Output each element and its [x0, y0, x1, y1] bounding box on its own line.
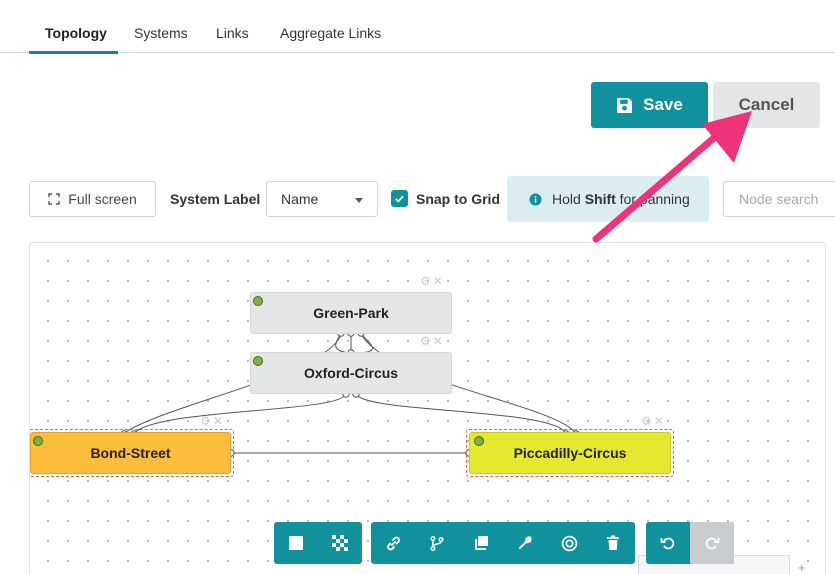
- cancel-label: Cancel: [738, 95, 795, 114]
- undo-button[interactable]: [646, 522, 690, 564]
- link-line[interactable]: [335, 333, 351, 354]
- redo-icon: [705, 537, 720, 550]
- wrench-icon: [519, 536, 532, 549]
- target-icon: [561, 535, 577, 551]
- system-label-value: Name: [281, 191, 319, 207]
- save-icon: [617, 97, 633, 113]
- status-dot-icon: [33, 436, 43, 446]
- save-button[interactable]: Save: [591, 82, 708, 128]
- copy-icon: [475, 536, 488, 550]
- tab-aggregate-links[interactable]: Aggregate Links: [280, 25, 381, 41]
- snap-label: Snap to Grid: [416, 190, 500, 207]
- link-icon: [386, 536, 400, 550]
- tab-links[interactable]: Links: [216, 25, 249, 41]
- checkmark-icon: [395, 195, 404, 203]
- fullscreen-label: Full screen: [68, 191, 137, 207]
- plus-icon[interactable]: +: [798, 560, 806, 574]
- node-label: Green-Park: [313, 305, 389, 321]
- status-dot-icon: [253, 356, 263, 366]
- link-line[interactable]: [359, 333, 373, 354]
- tab-systems[interactable]: Systems: [134, 25, 188, 41]
- system-label-select[interactable]: Name: [266, 181, 378, 217]
- wrench-button[interactable]: [503, 522, 547, 564]
- node-bond-street[interactable]: Bond-Street: [30, 432, 231, 474]
- node-oxford-circus[interactable]: Oxford-Circus: [250, 352, 452, 394]
- pattern-icon: [332, 535, 348, 551]
- trash-icon: [607, 535, 619, 550]
- cancel-button[interactable]: Cancel: [713, 82, 820, 128]
- pattern-button[interactable]: [318, 522, 362, 564]
- panning-hint: Hold Shift for panning: [507, 176, 709, 222]
- node-tools-icon[interactable]: ⚙✕: [420, 334, 445, 348]
- node-label: Bond-Street: [90, 445, 171, 461]
- hint-prefix: Hold: [552, 191, 585, 207]
- node-tools-icon[interactable]: ⚙✕: [641, 414, 666, 428]
- snap-to-grid-toggle[interactable]: Snap to Grid: [391, 190, 500, 207]
- undo-icon: [660, 537, 675, 550]
- tab-topology[interactable]: Topology: [45, 25, 107, 41]
- status-dot-icon: [474, 436, 484, 446]
- toolbar-group-edit: [371, 522, 635, 564]
- node-tools-icon[interactable]: ⚙✕: [420, 274, 445, 288]
- redo-button[interactable]: [690, 522, 734, 564]
- info-icon: [529, 192, 542, 206]
- link-line[interactable]: [355, 393, 567, 434]
- node-label: Piccadilly-Circus: [513, 445, 627, 461]
- node-search-input[interactable]: [723, 181, 835, 217]
- caret-down-icon: [355, 198, 363, 203]
- status-dot-icon: [253, 296, 263, 306]
- node-piccadilly-circus[interactable]: Piccadilly-Circus: [469, 432, 671, 474]
- square-icon: [289, 536, 303, 550]
- node-green-park[interactable]: Green-Park: [250, 292, 452, 334]
- node-tools-icon[interactable]: ⚙✕: [200, 414, 225, 428]
- hint-key: Shift: [584, 191, 616, 207]
- branch-button[interactable]: [415, 522, 459, 564]
- tab-bar: Topology Systems Links Aggregate Links: [0, 0, 835, 54]
- toolbar-group-history: [646, 522, 734, 564]
- snap-checkbox[interactable]: [391, 190, 408, 207]
- expand-icon: [48, 193, 60, 205]
- toolbar-group-shapes: [274, 522, 362, 564]
- hint-suffix: for panning: [615, 191, 690, 207]
- branch-icon: [430, 535, 444, 551]
- hint-text: Hold Shift for panning: [552, 191, 690, 207]
- system-label-heading: System Label: [170, 191, 261, 207]
- link-button[interactable]: [371, 522, 415, 564]
- active-tab-indicator: [29, 51, 118, 54]
- node-label: Oxford-Circus: [303, 365, 399, 381]
- copy-button[interactable]: [459, 522, 503, 564]
- delete-button[interactable]: [591, 522, 635, 564]
- target-button[interactable]: [547, 522, 591, 564]
- square-button[interactable]: [274, 522, 318, 564]
- save-label: Save: [643, 95, 683, 114]
- fullscreen-button[interactable]: Full screen: [29, 181, 156, 217]
